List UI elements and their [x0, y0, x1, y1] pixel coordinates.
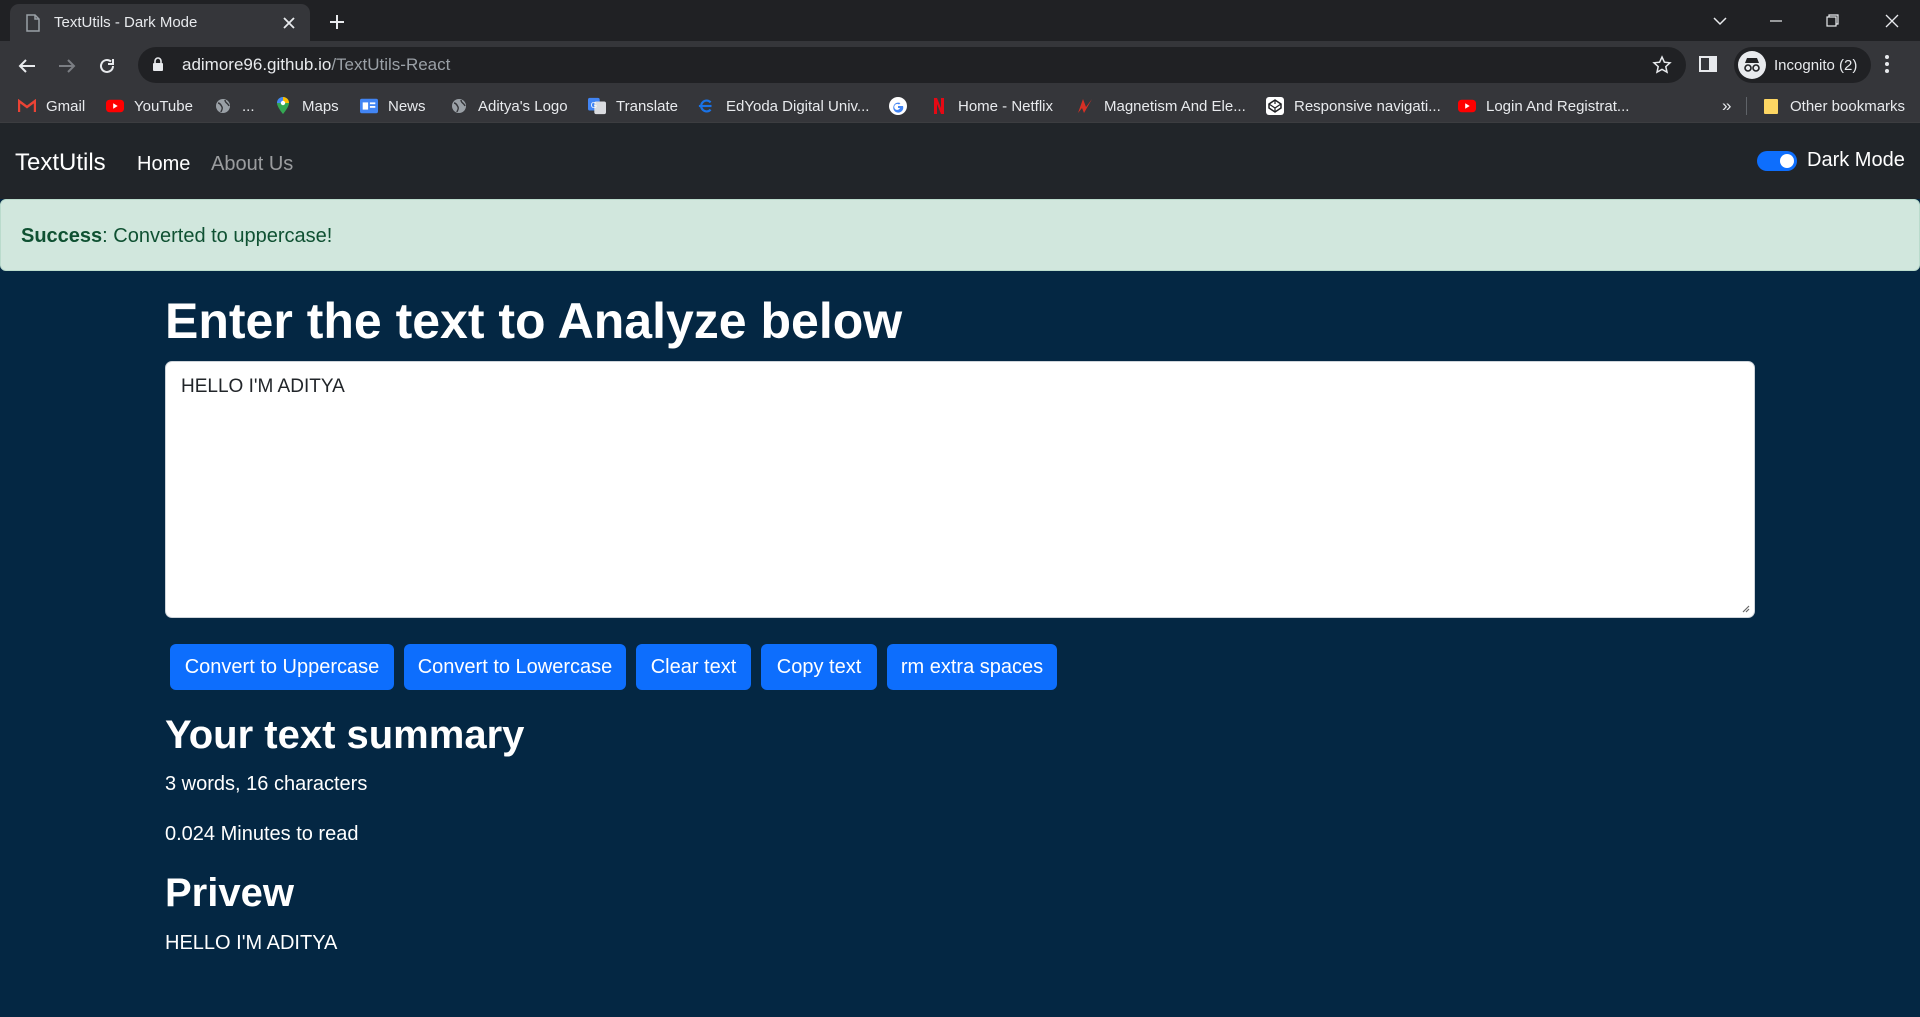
more-bookmarks-button[interactable]: »: [1722, 95, 1731, 117]
new-tab-icon[interactable]: [324, 10, 350, 34]
preview-heading: Privew: [165, 871, 294, 915]
browser-tab-strip: TextUtils - Dark Mode: [0, 0, 1920, 41]
browser-toolbar: adimore96.github.io/TextUtils-React Inco…: [0, 41, 1920, 89]
preview-text: HELLO I'M ADITYA: [165, 932, 338, 954]
convert-uppercase-button[interactable]: Convert to Uppercase: [170, 644, 394, 690]
bookmark-label: Login And Registrat...: [1486, 97, 1630, 115]
bookmark-edyoda[interactable]: EdYoda Digital Univ...: [698, 95, 869, 117]
dark-mode-switch[interactable]: [1757, 150, 1797, 171]
bookmark-label: Gmail: [46, 97, 86, 115]
dark-mode-label: Dark Mode: [1807, 149, 1905, 171]
globe-icon: [450, 97, 468, 115]
globe-icon: [214, 97, 232, 115]
maps-icon: [274, 97, 292, 115]
bookmark-label: Magnetism And Ele...: [1104, 97, 1246, 115]
resize-handle-icon[interactable]: [1740, 603, 1750, 613]
remove-extra-spaces-button[interactable]: rm extra spaces: [887, 644, 1057, 690]
netflix-icon: [930, 97, 948, 115]
gmail-icon: [18, 97, 36, 115]
bookmark-globe[interactable]: ...: [214, 95, 255, 117]
clear-text-button[interactable]: Clear text: [636, 644, 751, 690]
minimize-icon[interactable]: [1748, 0, 1804, 41]
bookmark-google[interactable]: [889, 95, 917, 117]
restore-icon[interactable]: [1804, 0, 1860, 41]
summary-heading: Your text summary: [165, 713, 525, 757]
page-heading: Enter the text to Analyze below: [165, 293, 903, 349]
bookmarks-divider: [1746, 97, 1747, 115]
youtube-icon: [1458, 97, 1476, 115]
copy-text-button[interactable]: Copy text: [761, 644, 877, 690]
bookmark-label: Translate: [616, 97, 678, 115]
incognito-profile-button[interactable]: Incognito (2): [1734, 47, 1872, 83]
alert-type: Success: [21, 225, 103, 247]
bookmark-maps[interactable]: Maps: [274, 95, 339, 117]
bookmark-label: News: [388, 97, 426, 115]
other-bookmarks-folder[interactable]: Other bookmarks: [1762, 95, 1905, 117]
url-path: /TextUtils-React: [331, 55, 451, 74]
switch-knob: [1780, 153, 1794, 168]
bookmark-news[interactable]: News: [360, 95, 426, 117]
navbar-brand[interactable]: TextUtils: [15, 149, 106, 177]
text-input-area[interactable]: HELLO I'M ADITYA: [165, 361, 1755, 618]
svg-text:G: G: [591, 101, 597, 110]
bookmark-responsive-nav[interactable]: Responsive navigati...: [1266, 95, 1441, 117]
app-navbar: TextUtils Home About Us Dark Mode: [0, 123, 1920, 199]
youtube-icon: [106, 97, 124, 115]
bookmark-label: ...: [242, 97, 255, 115]
lock-icon: [152, 57, 166, 73]
bookmark-translate[interactable]: G Translate: [588, 95, 678, 117]
url-host: adimore96.github.io: [182, 55, 332, 74]
translate-icon: G: [588, 97, 606, 115]
page-icon: [26, 13, 42, 32]
bookmark-netflix[interactable]: Home - Netflix: [930, 95, 1053, 117]
textarea-value: HELLO I'M ADITYA: [181, 376, 345, 397]
success-alert: Success: Converted to uppercase!: [0, 199, 1920, 271]
bookmark-gmail[interactable]: Gmail: [18, 95, 85, 117]
bookmark-label: Home - Netflix: [958, 97, 1054, 115]
tab-title: TextUtils - Dark Mode: [54, 14, 198, 31]
address-bar[interactable]: adimore96.github.io/TextUtils-React: [138, 47, 1686, 83]
bookmark-label: Maps: [302, 97, 339, 115]
bookmark-label: Other bookmarks: [1790, 97, 1906, 115]
google-icon: [889, 97, 907, 115]
news-icon: [360, 97, 378, 115]
browser-menu-icon[interactable]: [1884, 54, 1890, 74]
forward-icon[interactable]: [50, 49, 84, 83]
codepen-icon: [1266, 97, 1284, 115]
dark-mode-toggle[interactable]: Dark Mode: [1757, 149, 1905, 172]
browser-tab[interactable]: TextUtils - Dark Mode: [10, 4, 310, 41]
convert-lowercase-button[interactable]: Convert to Lowercase: [404, 644, 626, 690]
bookmark-label: EdYoda Digital Univ...: [726, 97, 870, 115]
bookmark-site-icon: [1076, 97, 1094, 115]
bookmark-magnetism[interactable]: Magnetism And Ele...: [1076, 95, 1246, 117]
bookmark-adityas-logo[interactable]: Aditya's Logo: [450, 95, 568, 117]
bookmark-youtube[interactable]: YouTube: [106, 95, 193, 117]
alert-message: : Converted to uppercase!: [102, 225, 333, 247]
side-panel-icon[interactable]: [1698, 54, 1718, 74]
close-window-icon[interactable]: [1864, 0, 1920, 41]
bookmark-label: Aditya's Logo: [478, 97, 568, 115]
summary-counts: 3 words, 16 characters: [165, 773, 368, 795]
bookmark-star-icon[interactable]: [1652, 55, 1672, 75]
summary-read-time: 0.024 Minutes to read: [165, 823, 359, 845]
bookmark-label: Responsive navigati...: [1294, 97, 1441, 115]
folder-icon: [1762, 97, 1780, 115]
profile-label: Incognito (2): [1774, 56, 1858, 74]
nav-home-link[interactable]: Home: [137, 153, 190, 176]
bookmarks-bar: Gmail YouTube ... Maps News Aditya's Log…: [0, 89, 1920, 123]
reload-icon[interactable]: [90, 49, 124, 83]
bookmark-label: YouTube: [134, 97, 193, 115]
incognito-icon: [1738, 51, 1766, 79]
edyoda-icon: [698, 97, 716, 115]
bookmark-login-registration[interactable]: Login And Registrat...: [1458, 95, 1629, 117]
close-tab-icon[interactable]: [280, 14, 298, 32]
back-icon[interactable]: [10, 49, 44, 83]
tab-search-icon[interactable]: [1692, 0, 1748, 41]
nav-about-link[interactable]: About Us: [211, 153, 293, 176]
